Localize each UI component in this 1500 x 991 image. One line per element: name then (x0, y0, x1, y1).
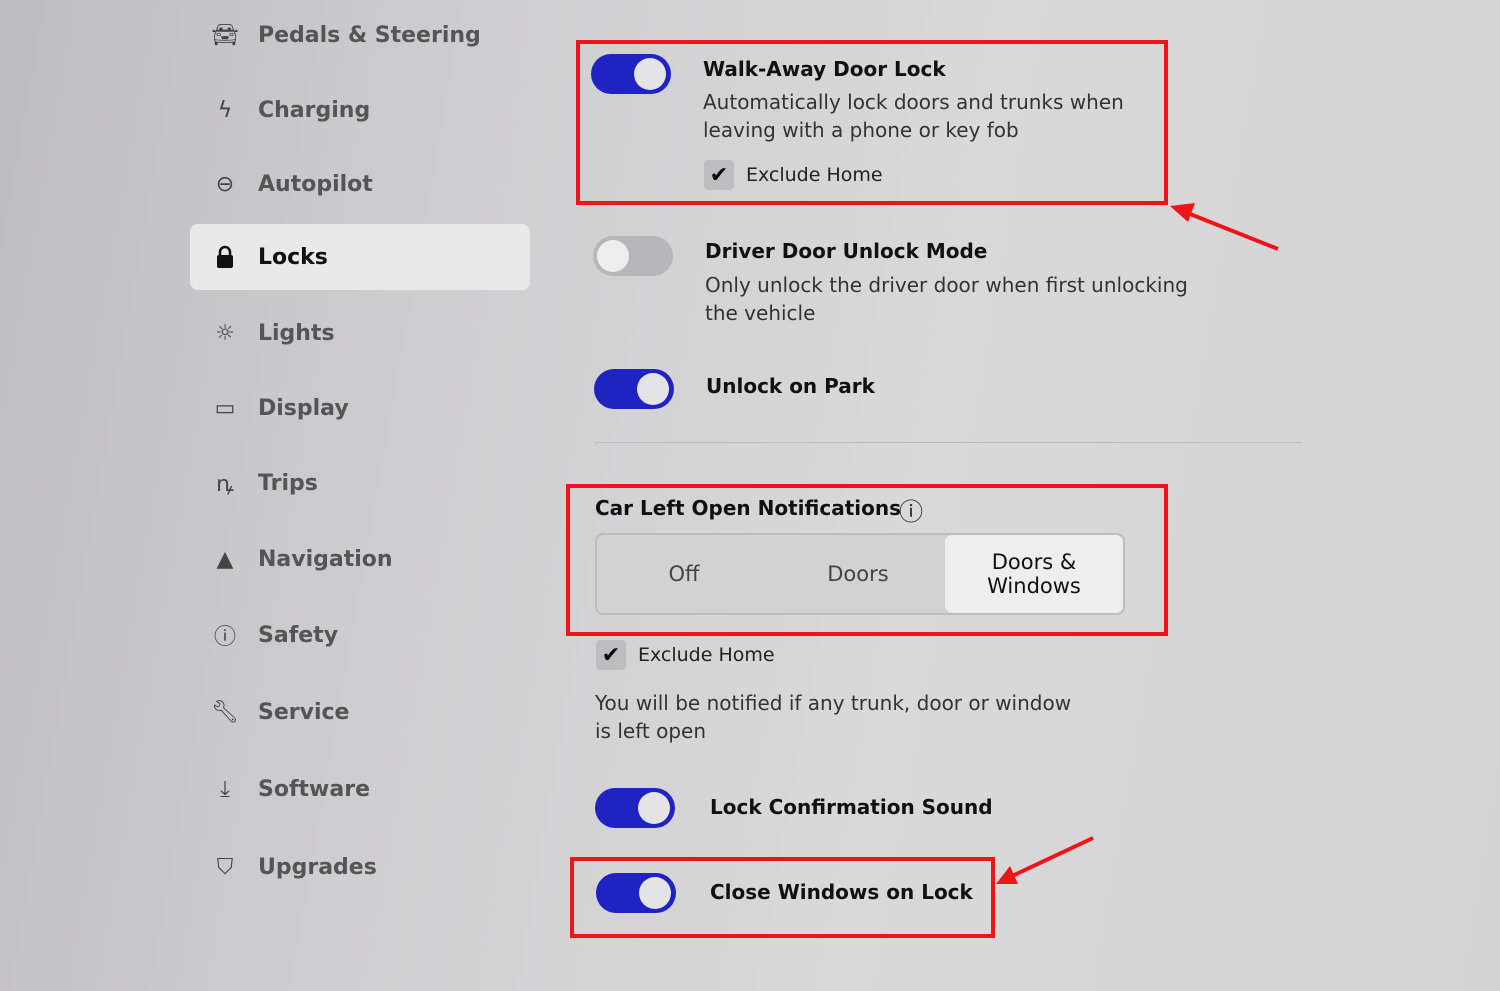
arrow-icon (1184, 210, 1279, 251)
annotation-arrows (996, 203, 1279, 884)
arrow-icon (1009, 836, 1094, 879)
